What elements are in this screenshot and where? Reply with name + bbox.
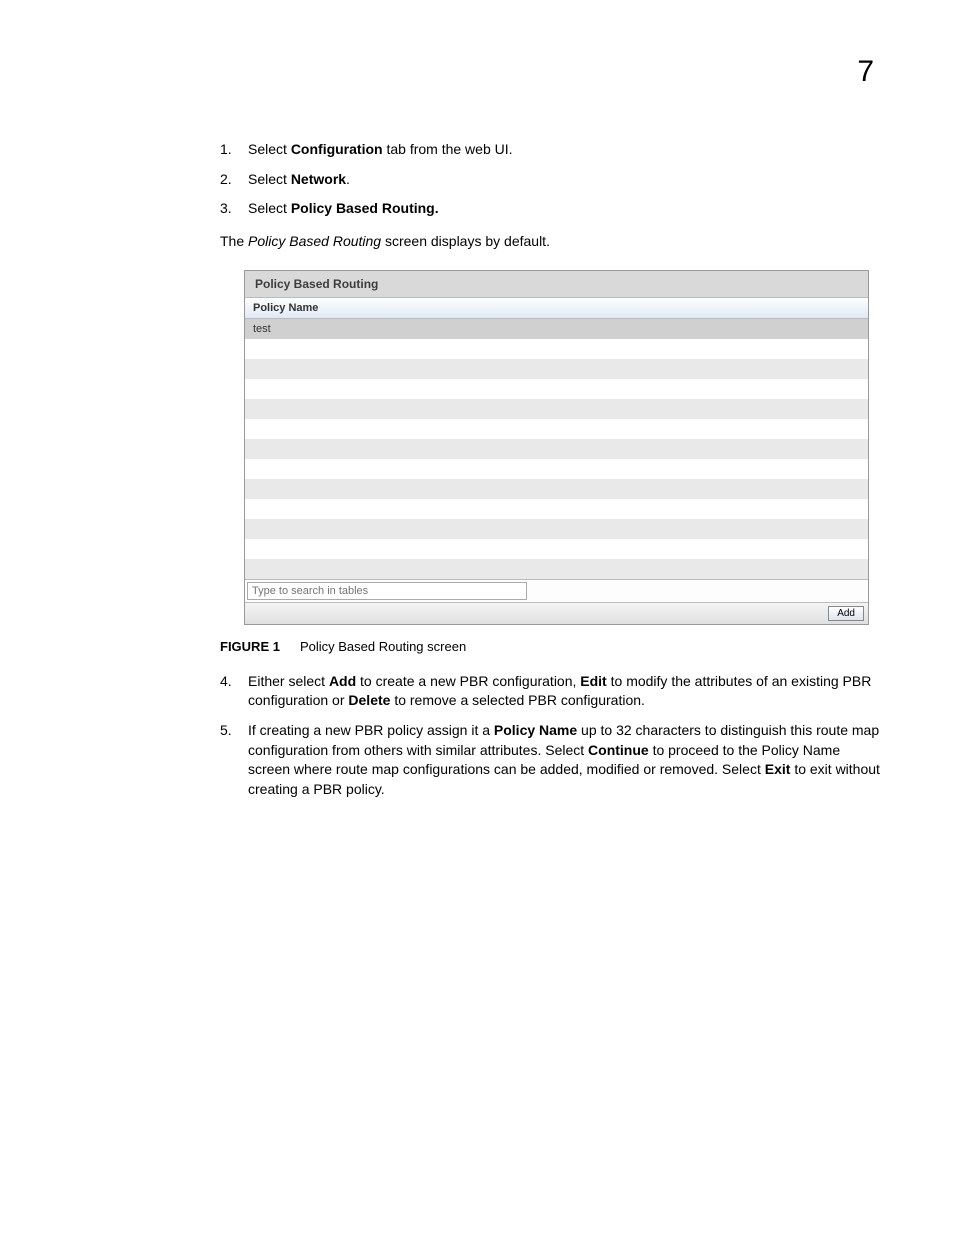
figure-label: FIGURE 1 <box>220 639 280 654</box>
page-number: 7 <box>857 55 874 89</box>
table-row[interactable] <box>245 459 868 479</box>
table-row[interactable] <box>245 399 868 419</box>
step-text: Select Policy Based Routing. <box>248 199 880 219</box>
step-text: If creating a new PBR policy assign it a… <box>248 721 880 799</box>
table-row[interactable] <box>245 559 868 579</box>
intro-post: screen displays by default. <box>381 233 550 249</box>
figure-text: Policy Based Routing screen <box>300 639 466 654</box>
step-text: Select Network. <box>248 170 880 190</box>
intro-italic: Policy Based Routing <box>248 233 381 249</box>
intro-line: The Policy Based Routing screen displays… <box>220 231 880 252</box>
column-header-policy-name[interactable]: Policy Name <box>245 298 868 319</box>
table-row[interactable] <box>245 439 868 459</box>
screenshot-panel: Policy Based Routing Policy Name test Ad… <box>244 270 869 625</box>
list-item: 3.Select Policy Based Routing. <box>220 199 880 219</box>
table-row[interactable] <box>245 339 868 359</box>
step-text: Either select Add to create a new PBR co… <box>248 672 880 711</box>
table-row[interactable] <box>245 359 868 379</box>
list-item: 5.If creating a new PBR policy assign it… <box>220 721 880 799</box>
add-button[interactable]: Add <box>828 606 864 621</box>
step-number: 2. <box>220 170 248 190</box>
panel-title: Policy Based Routing <box>245 271 868 298</box>
table-row[interactable] <box>245 499 868 519</box>
search-input[interactable] <box>247 582 527 600</box>
step-number: 1. <box>220 140 248 160</box>
table-row[interactable] <box>245 379 868 399</box>
table-row[interactable]: test <box>245 319 868 339</box>
table-body: test <box>245 319 868 579</box>
list-item: 4.Either select Add to create a new PBR … <box>220 672 880 711</box>
step-number: 5. <box>220 721 248 799</box>
table-row[interactable] <box>245 539 868 559</box>
steps-list-top: 1.Select Configuration tab from the web … <box>220 140 880 219</box>
list-item: 2.Select Network. <box>220 170 880 190</box>
step-text: Select Configuration tab from the web UI… <box>248 140 880 160</box>
search-row <box>245 579 868 602</box>
table-row[interactable] <box>245 479 868 499</box>
figure-caption: FIGURE 1 Policy Based Routing screen <box>220 639 880 654</box>
step-number: 3. <box>220 199 248 219</box>
list-item: 1.Select Configuration tab from the web … <box>220 140 880 160</box>
steps-list-bottom: 4.Either select Add to create a new PBR … <box>220 672 880 800</box>
panel-footer: Add <box>245 602 868 624</box>
step-number: 4. <box>220 672 248 711</box>
table-row[interactable] <box>245 519 868 539</box>
table-row[interactable] <box>245 419 868 439</box>
intro-pre: The <box>220 233 248 249</box>
